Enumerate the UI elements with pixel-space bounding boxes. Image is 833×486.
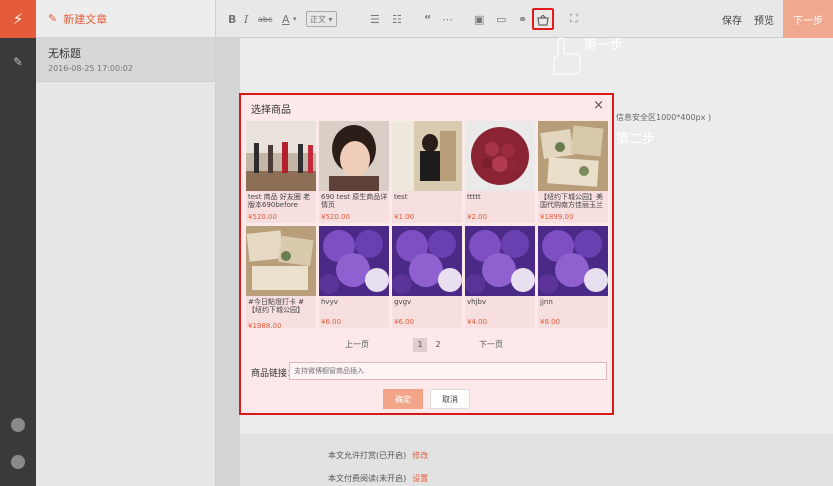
page-1-button[interactable]: 1 bbox=[413, 338, 427, 352]
help-icon[interactable] bbox=[11, 455, 25, 469]
reward-edit-link[interactable]: 修改 bbox=[412, 451, 428, 460]
product-name: 690 test 原生商品详情页 bbox=[321, 193, 388, 209]
product-card[interactable]: test 商品 好友圈 老版本690before ¥520.00 bbox=[246, 121, 316, 223]
format-select[interactable]: 正文 ▾ bbox=[306, 11, 337, 27]
product-image bbox=[538, 226, 608, 296]
article-title: 无标题 bbox=[48, 47, 81, 60]
product-link-input[interactable] bbox=[289, 362, 607, 380]
product-price: ¥4.00 bbox=[467, 318, 488, 326]
product-name: gvgv bbox=[394, 298, 412, 306]
page-2-button[interactable]: 2 bbox=[431, 338, 445, 352]
product-image bbox=[392, 226, 462, 296]
italic-icon[interactable]: I bbox=[244, 11, 248, 27]
product-image bbox=[319, 121, 389, 191]
product-name: test bbox=[394, 193, 408, 201]
link-icon[interactable]: ⚭ bbox=[518, 11, 527, 27]
next-step-button[interactable]: 下一步 bbox=[783, 0, 833, 38]
product-card[interactable]: 690 test 原生商品详情页 ¥520.00 bbox=[319, 121, 389, 223]
pencil-icon: ✎ bbox=[48, 12, 58, 25]
product-name: 【纽约下城公园】美国代购南方佳丽玉兰 bbox=[540, 193, 603, 209]
product-image bbox=[538, 121, 608, 191]
product-card[interactable]: jjnn ¥8.00 bbox=[538, 226, 608, 328]
cover-hint: 信息安全区1000*400px ) bbox=[616, 113, 712, 122]
product-image bbox=[246, 121, 316, 191]
editor-toolbar: B I abc A ▾ 正文 ▾ ☰ ☷ “ ⋯ ▣ ▭ ⚭ ⛶ 保存 预览 下… bbox=[216, 0, 833, 38]
fullscreen-icon[interactable]: ⛶ bbox=[570, 11, 578, 27]
save-button[interactable]: 保存 bbox=[722, 12, 742, 27]
product-image bbox=[246, 226, 316, 296]
product-name: vhjbv bbox=[467, 298, 487, 306]
list-item[interactable]: 无标题 2016-08-25 17:00:02 bbox=[36, 38, 215, 82]
video-icon[interactable]: ▭ bbox=[496, 11, 506, 27]
select-product-dialog: 选择商品 × test 商品 好友圈 老版本690before ¥520.00 … bbox=[239, 93, 614, 415]
product-card[interactable]: vhjbv ¥4.00 bbox=[465, 226, 535, 328]
product-image bbox=[465, 226, 535, 296]
paid-setting-link[interactable]: 设置 bbox=[412, 474, 428, 483]
reward-setting: 本文允许打赏(已开启) 修改 bbox=[328, 450, 428, 461]
lightning-icon[interactable]: ⚡ bbox=[0, 0, 36, 38]
confirm-button[interactable]: 确定 bbox=[383, 389, 423, 409]
next-page-link[interactable]: 下一页 bbox=[479, 339, 503, 350]
product-price: ¥8.00 bbox=[540, 318, 561, 326]
product-price: ¥1988.00 bbox=[248, 322, 282, 330]
chevron-down-icon[interactable]: ▾ bbox=[293, 11, 297, 27]
settings-icon[interactable] bbox=[11, 418, 25, 432]
product-name: hvyv bbox=[321, 298, 338, 306]
product-card[interactable]: test ¥1.00 bbox=[392, 121, 462, 223]
product-card[interactable]: #今日點燈打卡 #【纽约下城公园】 ¥1988.00 bbox=[246, 226, 316, 330]
preview-button[interactable]: 预览 bbox=[754, 12, 774, 27]
image-icon[interactable]: ▣ bbox=[474, 11, 484, 27]
close-icon[interactable]: × bbox=[593, 98, 604, 113]
article-date: 2016-08-25 17:00:02 bbox=[48, 64, 133, 73]
paid-setting: 本文付费阅读(未开启) 设置 bbox=[328, 473, 428, 484]
pencil-icon[interactable]: ✎ bbox=[0, 40, 36, 84]
bold-icon[interactable]: B bbox=[228, 11, 236, 27]
product-price: ¥6.00 bbox=[394, 318, 415, 326]
product-name: #今日點燈打卡 #【纽约下城公园】 bbox=[248, 298, 304, 314]
product-price: ¥1899.00 bbox=[540, 213, 574, 221]
unordered-list-icon[interactable]: ☷ bbox=[392, 11, 402, 27]
cancel-button[interactable]: 取消 bbox=[430, 389, 470, 409]
ordered-list-icon[interactable]: ☰ bbox=[370, 11, 380, 27]
product-price: ¥6.00 bbox=[321, 318, 342, 326]
product-name: test 商品 好友圈 老版本690before bbox=[248, 193, 311, 209]
app-rail: ⚡ ✎ bbox=[0, 0, 36, 486]
prev-page-link[interactable]: 上一页 bbox=[345, 339, 369, 350]
product-image bbox=[465, 121, 535, 191]
new-article-label: 新建文章 bbox=[63, 12, 108, 26]
product-price: ¥2.00 bbox=[467, 213, 488, 221]
paid-text: 本文付费阅读(未开启) bbox=[328, 474, 407, 483]
step1-label: 第一步 bbox=[584, 38, 624, 53]
quote-icon[interactable]: “ bbox=[424, 11, 431, 27]
product-card[interactable]: 【纽约下城公园】美国代购南方佳丽玉兰 ¥1899.00 bbox=[538, 121, 608, 223]
more-icon[interactable]: ⋯ bbox=[442, 11, 453, 27]
product-image bbox=[392, 121, 462, 191]
product-card[interactable]: hvyv ¥6.00 bbox=[319, 226, 389, 328]
pointing-hand-icon bbox=[546, 36, 588, 78]
font-color-icon[interactable]: A bbox=[282, 11, 290, 27]
reward-text: 本文允许打赏(已开启) bbox=[328, 451, 407, 460]
article-list: ✎ 新建文章 无标题 2016-08-25 17:00:02 bbox=[36, 0, 216, 486]
product-image bbox=[319, 226, 389, 296]
dialog-title: 选择商品 bbox=[251, 105, 291, 116]
product-card[interactable]: ttttt ¥2.00 bbox=[465, 121, 535, 223]
product-price: ¥1.00 bbox=[394, 213, 415, 221]
new-article-button[interactable]: ✎ 新建文章 bbox=[36, 0, 215, 38]
product-price: ¥520.00 bbox=[321, 213, 350, 221]
strikethrough-icon[interactable]: abc bbox=[258, 11, 272, 27]
product-name: jjnn bbox=[540, 298, 553, 306]
product-price: ¥520.00 bbox=[248, 213, 277, 221]
product-name: ttttt bbox=[467, 193, 481, 201]
product-bag-icon[interactable] bbox=[532, 8, 554, 30]
product-card[interactable]: gvgv ¥6.00 bbox=[392, 226, 462, 328]
step2-label: 第二步 bbox=[616, 132, 656, 147]
